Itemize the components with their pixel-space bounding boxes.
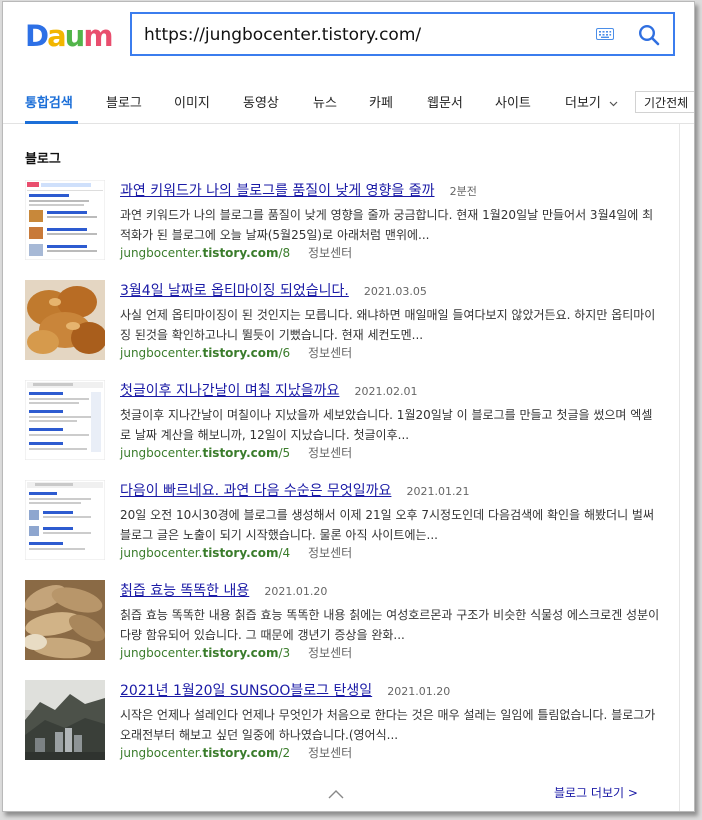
result-meta: jungbocenter.tistory.com/8 정보센터 bbox=[120, 244, 352, 261]
result-source[interactable]: 정보센터 bbox=[308, 746, 352, 760]
tab-video[interactable]: 동영상 bbox=[243, 92, 279, 111]
period-filter-select[interactable]: 기간전체 bbox=[635, 91, 694, 113]
result-url[interactable]: jungbocenter.tistory.com/6 bbox=[120, 346, 290, 360]
result-url[interactable]: jungbocenter.tistory.com/3 bbox=[120, 646, 290, 660]
active-tab-indicator bbox=[25, 121, 78, 124]
tab-cafe[interactable]: 카페 bbox=[369, 92, 393, 111]
result-thumbnail[interactable] bbox=[25, 280, 105, 360]
result-title-link[interactable]: 2021년 1월20일 SUNSOO블로그 탄생일 bbox=[120, 683, 372, 699]
result-url-prefix: jungbocenter. bbox=[120, 246, 203, 260]
result-meta: jungbocenter.tistory.com/4 정보센터 bbox=[120, 544, 352, 561]
result-item: 칡즙 효능 똑똑한 내용 2021.01.20 칡즙 효능 똑똑한 내용 칡즙 … bbox=[25, 580, 665, 670]
result-url-path: /6 bbox=[278, 346, 291, 360]
result-title-link[interactable]: 칡즙 효능 똑똑한 내용 bbox=[120, 583, 249, 599]
result-item: 과연 키워드가 나의 블로그를 품질이 낮게 영향을 줄까 2분전 과연 키워드… bbox=[25, 180, 665, 270]
more-tabs-button[interactable]: 더보기 bbox=[565, 92, 618, 111]
result-meta: jungbocenter.tistory.com/2 정보센터 bbox=[120, 744, 352, 761]
search-box bbox=[130, 12, 675, 56]
result-source[interactable]: 정보센터 bbox=[308, 546, 352, 560]
search-input[interactable] bbox=[144, 22, 564, 48]
blog-more-link[interactable]: 블로그 더보기 > bbox=[554, 784, 638, 801]
daum-logo[interactable]: Daum bbox=[25, 18, 115, 52]
result-item: 2021년 1월20일 SUNSOO블로그 탄생일 2021.01.20 시작은… bbox=[25, 680, 665, 770]
tab-bar: 통합검색 블로그 이미지 동영상 뉴스 카페 웹문서 사이트 더보기 기간전체 bbox=[3, 78, 694, 124]
chevron-up-icon[interactable] bbox=[328, 789, 344, 799]
result-url[interactable]: jungbocenter.tistory.com/2 bbox=[120, 746, 290, 760]
result-url-path: /3 bbox=[278, 646, 291, 660]
content-divider bbox=[679, 124, 680, 811]
result-title-line: 칡즙 효능 똑똑한 내용 2021.01.20 bbox=[120, 580, 327, 600]
tab-image[interactable]: 이미지 bbox=[174, 92, 210, 111]
result-thumbnail[interactable] bbox=[25, 480, 105, 560]
tab-sites[interactable]: 사이트 bbox=[495, 92, 531, 111]
result-title-line: 첫글이후 지나간날이 며칠 지났을까요 2021.02.01 bbox=[120, 380, 418, 400]
result-meta: jungbocenter.tistory.com/3 정보센터 bbox=[120, 644, 352, 661]
result-url-path: /4 bbox=[278, 546, 291, 560]
tab-blog[interactable]: 블로그 bbox=[106, 92, 142, 111]
result-meta: jungbocenter.tistory.com/5 정보센터 bbox=[120, 444, 352, 461]
tab-all[interactable]: 통합검색 bbox=[25, 92, 73, 111]
result-timestamp: 2021.01.21 bbox=[406, 485, 470, 498]
result-url-domain: tistory.com bbox=[202, 246, 279, 260]
result-url[interactable]: jungbocenter.tistory.com/4 bbox=[120, 546, 290, 560]
result-url-path: /2 bbox=[278, 746, 291, 760]
result-timestamp: 2021.01.20 bbox=[387, 685, 451, 698]
result-title-link[interactable]: 과연 키워드가 나의 블로그를 품질이 낮게 영향을 줄까 bbox=[120, 183, 435, 199]
chevron-down-icon bbox=[609, 101, 618, 106]
result-timestamp: 2분전 bbox=[449, 185, 477, 198]
result-url-prefix: jungbocenter. bbox=[120, 746, 203, 760]
section-title-blog: 블로그 bbox=[25, 152, 61, 167]
result-url-domain: tistory.com bbox=[202, 546, 279, 560]
result-snippet: 과연 키워드가 나의 블로그를 품질이 낮게 영향을 줄까 궁금합니다. 현재 … bbox=[120, 208, 654, 242]
more-tabs-label: 더보기 bbox=[565, 96, 601, 111]
result-url[interactable]: jungbocenter.tistory.com/5 bbox=[120, 446, 290, 460]
result-thumbnail[interactable] bbox=[25, 580, 105, 660]
result-snippet: 20일 오전 10시30경에 블로그를 생성해서 이제 21일 오후 7시정도인… bbox=[120, 508, 655, 542]
result-thumbnail[interactable] bbox=[25, 380, 105, 460]
result-url-domain: tistory.com bbox=[202, 646, 279, 660]
result-snippet: 첫글이후 지나간날이 며칠이나 지났을까 세보았습니다. 1월20일날 이 블로… bbox=[120, 408, 653, 442]
result-timestamp: 2021.01.20 bbox=[264, 585, 328, 598]
result-title-link[interactable]: 다음이 빠르네요. 과연 다음 수순은 무엇일까요 bbox=[120, 483, 391, 499]
result-thumbnail[interactable] bbox=[25, 180, 105, 260]
result-title-line: 3월4일 날짜로 옵티마이징 되었습니다. 2021.03.05 bbox=[120, 280, 427, 300]
result-source[interactable]: 정보센터 bbox=[308, 246, 352, 260]
result-item: 3월4일 날짜로 옵티마이징 되었습니다. 2021.03.05 사실 언제 옵… bbox=[25, 280, 665, 370]
result-url-prefix: jungbocenter. bbox=[120, 446, 203, 460]
result-item: 다음이 빠르네요. 과연 다음 수순은 무엇일까요 2021.01.21 20일… bbox=[25, 480, 665, 570]
result-title-link[interactable]: 3월4일 날짜로 옵티마이징 되었습니다. bbox=[120, 283, 349, 299]
result-title-link[interactable]: 첫글이후 지나간날이 며칠 지났을까요 bbox=[120, 383, 339, 399]
result-url-path: /5 bbox=[278, 446, 291, 460]
tab-webdocs[interactable]: 웹문서 bbox=[427, 92, 463, 111]
result-timestamp: 2021.02.01 bbox=[354, 385, 418, 398]
result-url-domain: tistory.com bbox=[202, 446, 279, 460]
result-item: 첫글이후 지나간날이 며칠 지났을까요 2021.02.01 첫글이후 지나간날… bbox=[25, 380, 665, 470]
result-url-domain: tistory.com bbox=[202, 346, 279, 360]
result-title-line: 2021년 1월20일 SUNSOO블로그 탄생일 2021.01.20 bbox=[120, 680, 450, 700]
result-title-line: 과연 키워드가 나의 블로그를 품질이 낮게 영향을 줄까 2분전 bbox=[120, 180, 477, 200]
result-snippet: 시작은 언제나 설레인다 언제나 무엇인가 처음으로 한다는 것은 매우 설레는… bbox=[120, 708, 656, 742]
result-url-prefix: jungbocenter. bbox=[120, 646, 203, 660]
keyboard-icon[interactable] bbox=[596, 28, 614, 40]
result-source[interactable]: 정보센터 bbox=[308, 646, 352, 660]
result-url-domain: tistory.com bbox=[202, 746, 279, 760]
result-timestamp: 2021.03.05 bbox=[363, 285, 427, 298]
header: Daum bbox=[3, 2, 694, 78]
result-url[interactable]: jungbocenter.tistory.com/8 bbox=[120, 246, 290, 260]
result-url-path: /8 bbox=[278, 246, 291, 260]
tab-news[interactable]: 뉴스 bbox=[313, 92, 337, 111]
search-window: Daum 통합검색 블로그 이 bbox=[2, 1, 695, 812]
result-source[interactable]: 정보센터 bbox=[308, 446, 352, 460]
result-url-prefix: jungbocenter. bbox=[120, 546, 203, 560]
result-thumbnail[interactable] bbox=[25, 680, 105, 760]
result-snippet: 칡즙 효능 똑똑한 내용 칡즙 효능 똑똑한 내용 칡에는 여성호르몬과 구조가… bbox=[120, 608, 660, 642]
search-icon[interactable] bbox=[637, 23, 661, 47]
result-url-prefix: jungbocenter. bbox=[120, 346, 203, 360]
result-snippet: 사실 언제 옵티마이징이 된 것인지는 모릅니다. 왜냐하면 매일매일 들여다보… bbox=[120, 308, 656, 342]
result-source[interactable]: 정보센터 bbox=[308, 346, 352, 360]
result-title-line: 다음이 빠르네요. 과연 다음 수순은 무엇일까요 2021.01.21 bbox=[120, 480, 470, 500]
svg-text:Daum: Daum bbox=[25, 19, 112, 52]
result-meta: jungbocenter.tistory.com/6 정보센터 bbox=[120, 344, 352, 361]
